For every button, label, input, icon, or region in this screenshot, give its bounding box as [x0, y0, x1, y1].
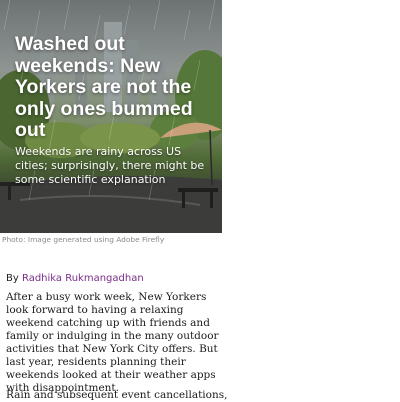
article-paragraph: Rain and subsequent event cancellations,	[6, 389, 228, 401]
article-subtitle: Weekends are rainy across US cities; sur…	[15, 145, 205, 186]
byline: By Radhika Rukmangadhan	[6, 273, 144, 284]
hero-image: Washed out weekends: New Yorkers are not…	[0, 0, 222, 233]
byline-prefix: By	[6, 273, 22, 284]
author-link[interactable]: Radhika Rukmangadhan	[22, 273, 144, 284]
article-paragraph: After a busy work week, New Yorkers look…	[6, 291, 219, 394]
photo-credit: Photo: Image generated using Adobe Firef…	[2, 235, 165, 244]
article-title: Washed out weekends: New Yorkers are not…	[15, 33, 193, 141]
